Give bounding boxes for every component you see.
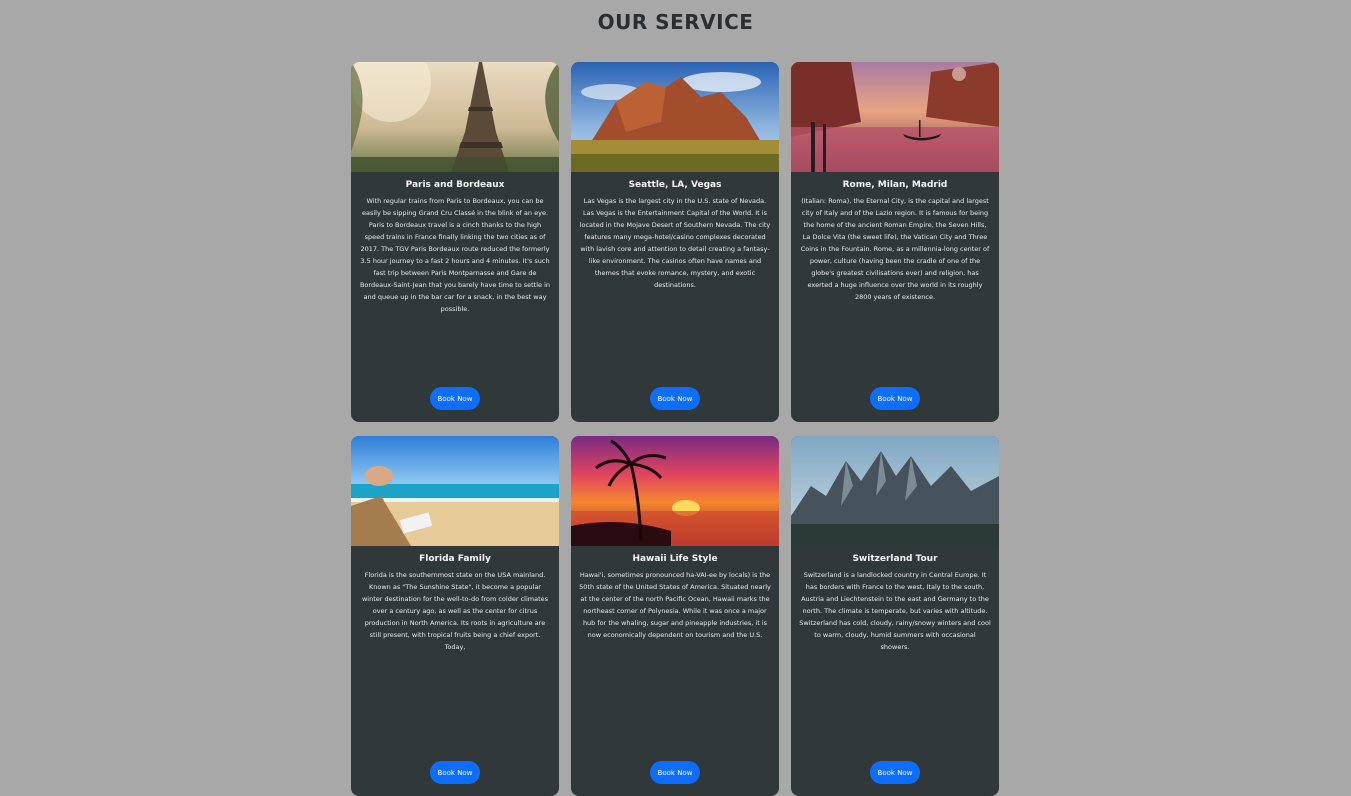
book-now-button[interactable]: Book Now [650,761,700,784]
beach-reading-image [351,436,559,546]
service-card: Rome, Milan, Madrid (Italian: Roma), the… [791,62,999,422]
palm-sunset-image [571,436,779,546]
card-description: Las Vegas is the largest city in the U.S… [579,197,771,289]
book-now-button[interactable]: Book Now [650,387,700,410]
card-title: Rome, Milan, Madrid [842,180,948,190]
card-title: Hawaii Life Style [632,554,718,564]
service-card: Florida Family Florida is the southernmo… [351,436,559,796]
service-card: Paris and Bordeaux With regular trains f… [351,62,559,422]
service-grid: Paris and Bordeaux With regular trains f… [351,62,999,796]
book-now-button[interactable]: Book Now [430,387,480,410]
alpine-peaks-image [791,436,999,546]
eiffel-tower-image [351,62,559,172]
page-title: OUR SERVICE [597,10,754,34]
card-description: Hawai'i, sometimes pronounced ha-VAI-ee … [579,571,771,639]
book-now-button[interactable]: Book Now [870,761,920,784]
book-now-button[interactable]: Book Now [430,761,480,784]
card-title: Switzerland Tour [852,554,938,564]
service-card: Seattle, LA, Vegas Las Vegas is the larg… [571,62,779,422]
service-card: Switzerland Tour Switzerland is a landlo… [791,436,999,796]
card-description: Florida is the southernmost state on the… [361,571,549,651]
card-description: Switzerland is a landlocked country in C… [799,571,991,651]
service-card: Hawaii Life Style Hawai'i, sometimes pro… [571,436,779,796]
venice-canal-image [791,62,999,172]
card-title: Paris and Bordeaux [405,180,505,190]
book-now-button[interactable]: Book Now [870,387,920,410]
card-description: (Italian: Roma), the Eternal City, is th… [800,197,990,301]
card-title: Seattle, LA, Vegas [628,180,722,190]
card-title: Florida Family [419,554,491,564]
card-description: With regular trains from Paris to Bordea… [359,197,551,313]
desert-mountain-image [571,62,779,172]
